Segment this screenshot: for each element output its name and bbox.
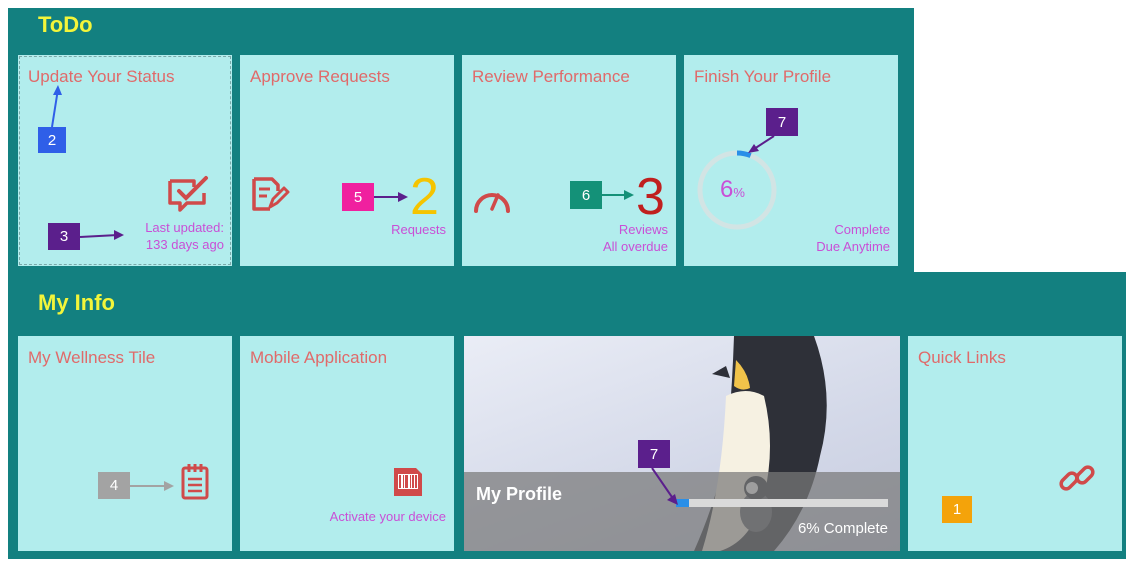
annotation-badge-5: 5	[342, 183, 374, 211]
tile-title: Mobile Application	[250, 348, 388, 367]
requests-label: Requests	[391, 222, 446, 237]
tile-title: My Wellness Tile	[28, 348, 156, 367]
speedometer-icon	[474, 193, 510, 213]
finish-profile-tile[interactable]: Finish Your Profile 6% 7 Complete Due An…	[684, 55, 898, 266]
tile-title: Update Your Status	[28, 67, 175, 86]
tile-title: My Profile	[476, 484, 563, 504]
annotation-badge-4: 4	[98, 472, 130, 499]
barcode-icon	[394, 468, 422, 496]
reviews-count: 3	[636, 168, 665, 226]
myinfo-heading: My Info	[38, 290, 115, 315]
annotation-badge-7: 7	[638, 440, 670, 468]
document-pencil-icon	[252, 177, 290, 211]
mobile-app-tile[interactable]: Mobile Application Activate your device	[240, 336, 454, 551]
my-profile-tile[interactable]: My Profile 6% Complete 7	[464, 336, 900, 551]
annotation-badge-6: 6	[570, 181, 602, 209]
annotation-badge-1: 1	[942, 496, 972, 523]
tile-title: Review Performance	[472, 67, 630, 86]
activate-device-link[interactable]: Activate your device	[330, 508, 446, 525]
profile-progress-label: 6% Complete	[797, 520, 888, 537]
annotation-arrow	[374, 192, 408, 202]
annotation-arrow	[130, 481, 174, 491]
review-performance-tile[interactable]: Review Performance 6 3 Reviews All overd…	[462, 55, 676, 266]
update-status-tile[interactable]: Update Your Status 2 3 Last updated: 133…	[18, 55, 232, 266]
profile-progress-fill	[676, 499, 689, 507]
tile-title: Finish Your Profile	[694, 67, 832, 86]
checkmark-speech-icon	[168, 176, 208, 212]
requests-count: 2	[410, 168, 439, 226]
approve-requests-tile[interactable]: Approve Requests 5 2 Requests	[240, 55, 454, 266]
annotation-arrow	[602, 190, 634, 200]
quick-links-tile[interactable]: Quick Links 1	[908, 336, 1122, 551]
annotation-badge-3: 3	[48, 223, 80, 250]
notepad-icon	[181, 464, 209, 500]
wellness-tile[interactable]: My Wellness Tile 4	[18, 336, 232, 551]
profile-percent: 6%	[720, 176, 745, 203]
chain-link-icon	[1059, 465, 1095, 491]
last-updated-label: Last updated: 133 days ago	[145, 220, 224, 252]
tile-title: Quick Links	[918, 348, 1006, 367]
reviews-label: Reviews All overdue	[602, 222, 668, 254]
annotation-arrow	[79, 230, 124, 240]
annotation-badge-2: 2	[38, 127, 66, 153]
todo-heading: ToDo	[38, 12, 93, 37]
annotation-arrow	[651, 467, 678, 505]
profile-progress-track	[676, 499, 888, 507]
annotation-arrow	[748, 135, 775, 153]
annotation-badge-7: 7	[766, 108, 798, 136]
profile-complete-label: Complete Due Anytime	[816, 222, 890, 254]
tile-title: Approve Requests	[250, 67, 390, 86]
